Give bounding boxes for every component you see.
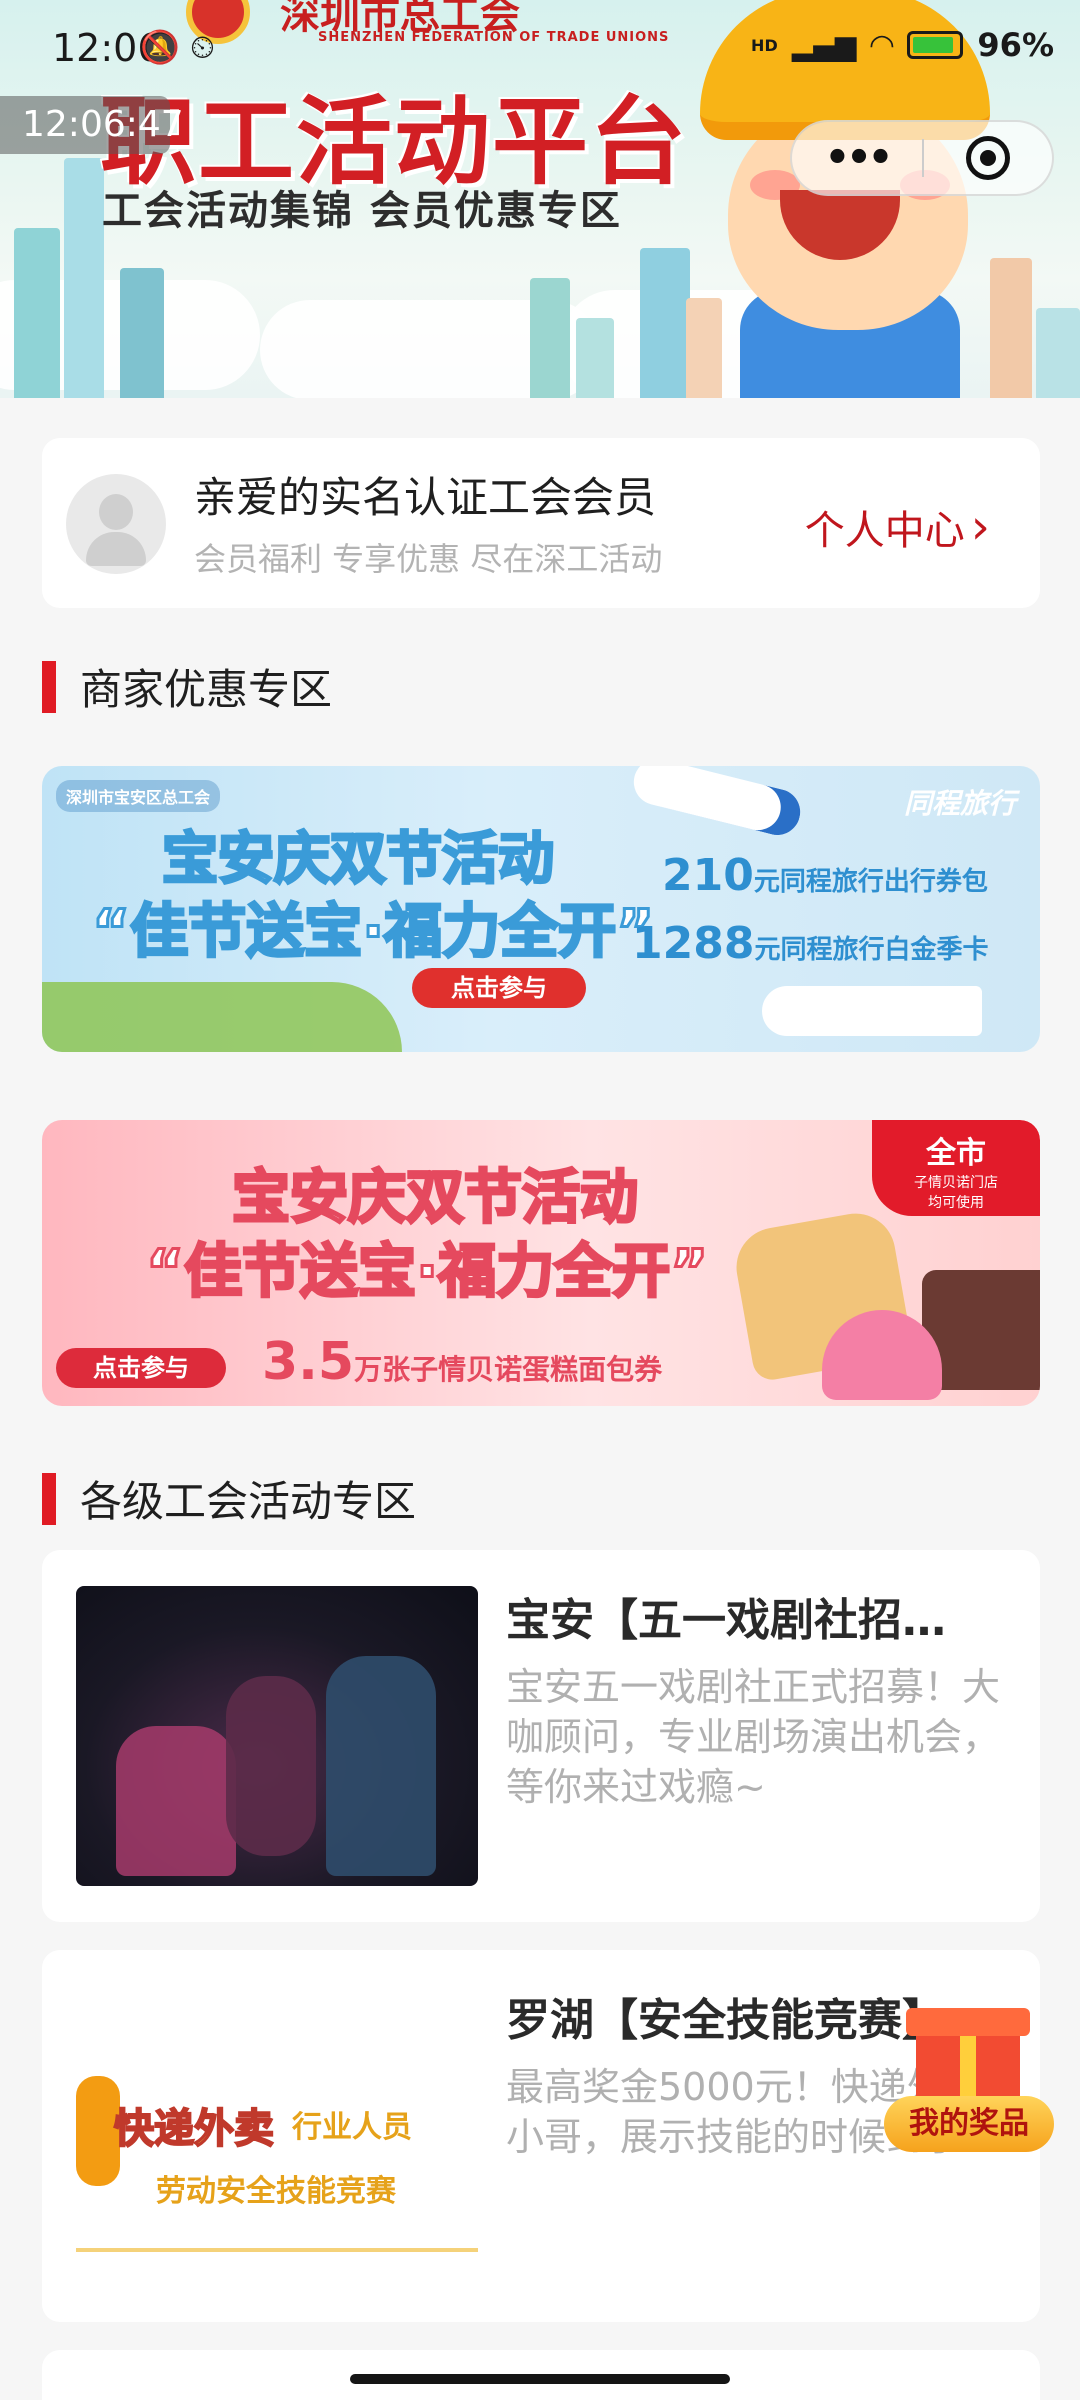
badge-sub-1: 子情贝诺门店 <box>914 1175 998 1191</box>
image-badge-text: 快递外卖 <box>113 2105 275 2153</box>
chevron-right-icon: › <box>970 499 990 555</box>
activity-title: 宝安【五一戏剧社招… <box>506 1595 946 1646</box>
battery-percent: 96% <box>977 26 1054 64</box>
header-banner: 深圳市总工会 SHENZHEN FEDERATION OF TRADE UNIO… <box>0 0 1080 398</box>
image-line-2: 劳动安全技能竞赛 <box>156 2174 396 2209</box>
promo-prize-1: 210元同程旅行出行券包 <box>662 850 988 901</box>
battery-icon <box>907 31 964 59</box>
promo-prize-2: 1288元同程旅行白金季卡 <box>632 918 988 969</box>
promo-join-button[interactable]: 点击参与 <box>412 968 586 1008</box>
status-right: HD ▂▄▆ ◠ 96% <box>751 26 1054 64</box>
promo-banner-cake[interactable]: 全市 子情贝诺门店 均可使用 宝安庆双节活动 “佳节送宝·福力全开” 点击参与 … <box>42 1120 1040 1406</box>
section-accent-bar <box>42 1472 56 1525</box>
avatar <box>66 474 166 574</box>
my-prizes-button[interactable]: 我的奖品 <box>884 2008 1054 2158</box>
close-target-icon[interactable] <box>924 136 1052 180</box>
airplane-illustration <box>628 766 806 840</box>
promo-banner-travel[interactable]: 深圳市宝安区总工会 同程旅行 宝安庆双节活动 “佳节送宝·福力全开” 点击参与 … <box>42 766 1040 1052</box>
promo-join-button[interactable]: 点击参与 <box>56 1348 226 1388</box>
prize-2-text: 元同程旅行白金季卡 <box>754 935 989 965</box>
section-merchant-header: 商家优惠专区 <box>42 656 332 717</box>
train-illustration <box>762 986 982 1036</box>
activity-description: 宝安五一戏剧社正式招募！大咖顾问，专业剧场演出机会，等你来过戏瘾~ <box>506 1665 1001 1809</box>
more-dots-icon[interactable]: ••• <box>792 135 922 181</box>
signal-icon: ▂▄▆ <box>791 28 857 62</box>
personal-center-link[interactable]: 个人中心 › <box>805 498 990 556</box>
user-subtitle: 会员福利 专享优惠 尽在深工活动 <box>194 540 663 578</box>
network-icon: HD <box>751 35 778 55</box>
section-activities-title: 各级工会活动专区 <box>80 1477 417 1526</box>
promo-badge: 全市 子情贝诺门店 均可使用 <box>872 1120 1040 1216</box>
my-prizes-label: 我的奖品 <box>884 2096 1054 2152</box>
prize-2-amount: 1288 <box>632 918 755 969</box>
promo-org: 深圳市宝安区总工会 <box>56 780 221 812</box>
promo-headline-2: “佳节送宝·福力全开” <box>144 1236 709 1307</box>
promo-prize: 3.5万张子情贝诺蛋糕面包券 <box>262 1332 662 1392</box>
section-accent-bar <box>42 660 56 713</box>
page-subtitle: 工会活动集锦 会员优惠专区 <box>102 188 622 234</box>
status-mute-alarm-icon: 🔕 ⏲ <box>140 28 215 66</box>
prize-1-amount: 210 <box>662 850 754 901</box>
screen: { "status_bar": { "time": "12:06", "stat… <box>0 0 1080 2400</box>
image-line-1: 行业人员 <box>292 2110 412 2145</box>
promo-headline-2: “佳节送宝·福力全开” <box>90 896 655 967</box>
promo-brand: 同程旅行 <box>903 787 1016 820</box>
promo-headline: 宝安庆双节活动 <box>230 1162 639 1233</box>
badge-sub-2: 均可使用 <box>928 1195 984 1211</box>
section-activities-header: 各级工会活动专区 <box>42 1468 416 1529</box>
user-card[interactable]: 亲爱的实名认证工会会员 会员福利 专享优惠 尽在深工活动 个人中心 › <box>42 438 1040 608</box>
badge-main: 全市 <box>926 1136 986 1171</box>
miniprogram-capsule: ••• <box>790 120 1054 196</box>
wifi-icon: ◠ <box>870 27 894 63</box>
prize-1-text: 元同程旅行出行券包 <box>753 867 988 897</box>
floating-clock: 12:06:47 <box>0 96 184 154</box>
section-merchant-title: 商家优惠专区 <box>80 665 333 714</box>
activity-image-theatre <box>76 1586 478 1886</box>
prize-amount: 3.5 <box>262 1332 355 1392</box>
prize-text: 万张子情贝诺蛋糕面包券 <box>354 1353 663 1386</box>
org-name-en: SHENZHEN FEDERATION OF TRADE UNIONS <box>318 30 670 45</box>
promo-headline: 宝安庆双节活动 <box>161 826 556 894</box>
user-title: 亲爱的实名认证工会会员 <box>194 473 657 522</box>
activity-card[interactable]: 宝安【五一戏剧社招… 宝安五一戏剧社正式招募！大咖顾问，专业剧场演出机会，等你来… <box>42 1550 1040 1922</box>
activity-image-delivery: 快递外卖 行业人员 劳动安全技能竞赛 <box>76 1986 478 2286</box>
personal-center-label: 个人中心 <box>804 508 965 554</box>
home-indicator[interactable] <box>350 2374 730 2384</box>
